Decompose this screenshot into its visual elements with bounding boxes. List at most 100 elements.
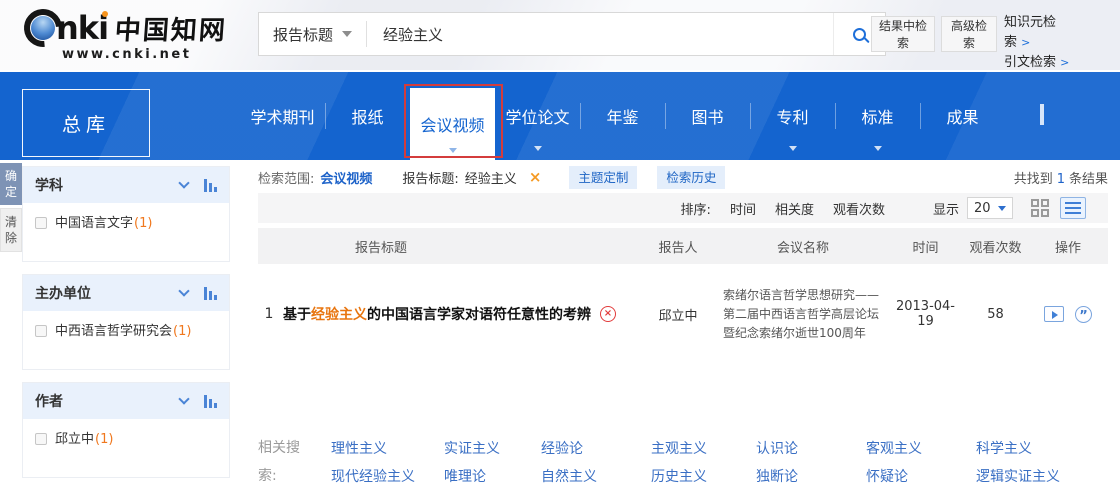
related-search-link[interactable]: 实证主义 (444, 438, 541, 458)
filter-group-header[interactable]: 主办单位 (23, 275, 229, 311)
search-history-chip[interactable]: 检索历史 (657, 166, 725, 189)
facet-count: (1) (173, 323, 191, 340)
related-search-link[interactable]: 科学主义 (976, 438, 1108, 458)
sort-options: 时间相关度观看次数 (711, 199, 885, 218)
facet-label: 邱立中 (55, 431, 94, 448)
search-input[interactable] (367, 13, 833, 55)
cite-icon[interactable]: ” (1075, 306, 1092, 323)
nav-tab-专利[interactable]: 专利 (750, 72, 835, 160)
related-search-link[interactable]: 逻辑实证主义 (976, 466, 1108, 486)
facet-count: (1) (134, 215, 152, 232)
speaker-cell[interactable]: 邱立中 (638, 305, 718, 324)
sort-option-时间[interactable]: 时间 (730, 199, 756, 218)
sort-option-相关度[interactable]: 相关度 (775, 199, 814, 218)
grid-view-icon[interactable] (1029, 197, 1051, 219)
query-field-value: 经验主义 (465, 168, 517, 187)
nav-tab-label: 专利 (776, 104, 808, 128)
search-in-results-button[interactable]: 结果中检索 (871, 16, 935, 52)
nav-tab-label: 报纸 (351, 104, 383, 128)
nav-tab-label: 会议视频 (420, 112, 484, 136)
result-count: 共找到1条结果 (1014, 168, 1108, 187)
header-links: 知识元检索 > 引文检索 > (1004, 13, 1094, 73)
nav-tab-成果[interactable]: 成果 (920, 72, 1005, 160)
cnki-logo[interactable]: nki 中国知网 www.cnki.net (24, 9, 227, 62)
related-search-link[interactable]: 经验论 (541, 438, 651, 458)
nav-tab-label: 标准 (861, 104, 893, 128)
related-search-row: 理性主义实证主义经验论主观主义认识论客观主义科学主义 (331, 434, 1108, 462)
play-video-icon[interactable] (1044, 306, 1064, 322)
knowledge-element-search-link[interactable]: 知识元检索 > (1004, 13, 1062, 53)
filter-group-header[interactable]: 学科 (23, 167, 229, 203)
sort-bar: 排序: 时间相关度观看次数 显示 20 (258, 193, 1108, 223)
filter-group-作者: 作者邱立中(1) (22, 382, 230, 478)
facet-label: 中国语言文字 (55, 215, 133, 232)
filter-group-title: 作者 (35, 391, 180, 411)
query-field-label: 报告标题: (402, 168, 458, 187)
related-search-link[interactable]: 自然主义 (541, 466, 651, 486)
search-box: 报告标题 (258, 12, 886, 56)
nav-tab-学位论文[interactable]: 学位论文 (495, 72, 580, 160)
conference-cell[interactable]: 索绪尔语言哲学思想研究——第二届中西语言哲学高层论坛暨纪念索绪尔逝世100周年 (718, 286, 888, 343)
nav-tab-图书[interactable]: 图书 (665, 72, 750, 160)
expand-double-chevron-icon[interactable] (1040, 104, 1056, 123)
result-count-number: 1 (1057, 172, 1065, 187)
caret-down-icon (534, 146, 542, 151)
chevron-down-icon (1042, 104, 1044, 125)
chevron-down-icon[interactable] (178, 393, 189, 404)
nav-tab-标准[interactable]: 标准 (835, 72, 920, 160)
checkbox[interactable] (35, 325, 47, 337)
checkbox[interactable] (35, 433, 47, 445)
nav-tab-label: 图书 (691, 104, 723, 128)
result-title-link[interactable]: 基于经验主义的中国语言学家对语符任意性的考辨 (283, 304, 591, 324)
topic-customize-chip[interactable]: 主题定制 (569, 166, 637, 189)
scope-value[interactable]: 会议视频 (320, 168, 372, 187)
sort-option-观看次数[interactable]: 观看次数 (833, 199, 885, 218)
logo-brand-letters: nki (56, 12, 108, 44)
logo-site-url: www.cnki.net (62, 47, 227, 62)
actions-cell: ” (1028, 306, 1108, 323)
nav-tab-报纸[interactable]: 报纸 (325, 72, 410, 160)
col-views: 观看次数 (963, 237, 1028, 256)
bar-chart-icon[interactable] (204, 179, 217, 192)
advanced-search-button[interactable]: 高级检索 (941, 16, 997, 52)
nav-tabs: 学术期刊 报纸 会议视频学位论文年鉴 图书 专利 标准 成果 (240, 72, 1005, 160)
confirm-button[interactable]: 确定 (0, 163, 22, 205)
restricted-video-icon: × (600, 306, 616, 322)
list-view-icon[interactable] (1060, 197, 1086, 219)
related-search-link[interactable]: 历史主义 (651, 466, 756, 486)
nav-home-zongku[interactable]: 总库 (22, 89, 150, 157)
related-search-label: 相关搜索: (258, 434, 304, 490)
filter-group-body: 中西语言哲学研究会(1) (23, 311, 229, 369)
related-search-link[interactable]: 主观主义 (651, 438, 756, 458)
facet-item[interactable]: 中西语言哲学研究会(1) (35, 323, 217, 340)
caret-down-icon (789, 146, 797, 151)
facet-item[interactable]: 中国语言文字(1) (35, 215, 217, 232)
related-search-link[interactable]: 独断论 (756, 466, 866, 486)
filter-group-header[interactable]: 作者 (23, 383, 229, 419)
clear-button[interactable]: 清除 (0, 208, 22, 252)
related-search-link[interactable]: 认识论 (756, 438, 866, 458)
related-search: 相关搜索: 理性主义实证主义经验论主观主义认识论客观主义科学主义现代经验主义唯理… (258, 434, 1108, 490)
citation-search-link[interactable]: 引文检索 > (1004, 53, 1094, 73)
nav-tab-学术期刊[interactable]: 学术期刊 (240, 72, 325, 160)
checkbox[interactable] (35, 217, 47, 229)
related-search-link[interactable]: 唯理论 (444, 466, 541, 486)
related-search-row: 现代经验主义唯理论自然主义历史主义独断论怀疑论逻辑实证主义 (331, 462, 1108, 490)
facet-item[interactable]: 邱立中(1) (35, 431, 217, 448)
related-search-link[interactable]: 客观主义 (866, 438, 976, 458)
search-scope-row: 检索范围: 会议视频 报告标题: 经验主义 × 主题定制 检索历史 共找到1条结… (258, 164, 1108, 190)
related-search-link[interactable]: 理性主义 (331, 438, 444, 458)
search-field-select[interactable]: 报告标题 (259, 24, 366, 45)
chevron-down-icon[interactable] (178, 285, 189, 296)
display-count-select[interactable]: 20 (967, 197, 1013, 219)
col-date: 时间 (888, 237, 963, 256)
related-search-link[interactable]: 怀疑论 (866, 466, 976, 486)
nav-tab-会议视频[interactable]: 会议视频 (410, 88, 495, 160)
related-search-link[interactable]: 现代经验主义 (331, 466, 444, 486)
nav-tab-年鉴[interactable]: 年鉴 (580, 72, 665, 160)
remove-query-icon[interactable]: × (529, 170, 542, 185)
chevron-down-icon[interactable] (178, 177, 189, 188)
bar-chart-icon[interactable] (204, 287, 217, 300)
facet-label: 中西语言哲学研究会 (55, 323, 172, 340)
bar-chart-icon[interactable] (204, 395, 217, 408)
